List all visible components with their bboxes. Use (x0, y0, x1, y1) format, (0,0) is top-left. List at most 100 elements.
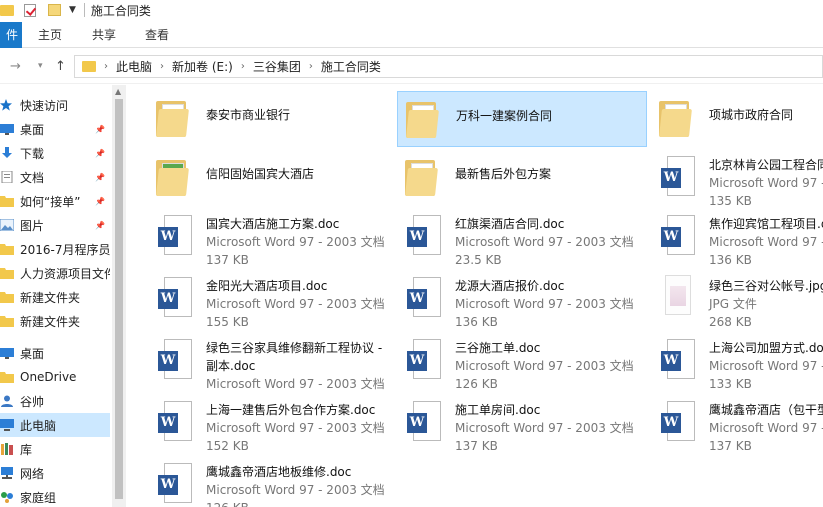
file-item[interactable]: W 三谷施工单.doc Microsoft Word 97 - 2003 文档 126… (397, 333, 647, 391)
file-item[interactable]: W 上海公司加盟方式.doc Microsoft Word 97 - 2003 文档… (651, 333, 823, 391)
quick-access-toolbar: ▼ (0, 0, 85, 20)
word-document-icon: W (156, 213, 196, 261)
chevron-right-icon[interactable]: › (104, 61, 108, 72)
folder-item[interactable]: 最新售后外包方案 (397, 150, 647, 206)
sidebar-item[interactable]: OneDrive (0, 365, 110, 389)
folder-icon (0, 195, 14, 207)
word-document-icon: W (156, 337, 196, 385)
pin-icon[interactable]: 📌 (95, 125, 105, 134)
folder-icon (0, 267, 14, 279)
sidebar-item[interactable]: 新建文件夹 (0, 309, 110, 333)
breadcrumb-current-folder[interactable]: 施工合同类 (321, 58, 381, 75)
file-item[interactable]: W 绿色三谷家具维修翻新工程协议 - 副本.doc Microsoft Word 97… (148, 333, 392, 391)
file-name: 最新售后外包方案 (455, 167, 552, 181)
file-item[interactable]: W 金阳光大酒店项目.doc Microsoft Word 97 - 2003 文档… (148, 271, 392, 329)
file-item[interactable]: W 龙源大酒店报价.doc Microsoft Word 97 - 2003 文档 1… (397, 271, 647, 329)
folder-icon (0, 371, 14, 383)
file-item[interactable]: W 国宾大酒店施工方案.doc Microsoft Word 97 - 2003 文… (148, 209, 392, 267)
folder-item[interactable]: 万科一建案例合同 (397, 91, 647, 147)
folder-icon (156, 154, 196, 202)
word-document-icon: W (405, 399, 445, 447)
sidebar-item[interactable]: 桌面 📌 (0, 117, 110, 141)
file-name: 泰安市商业银行 (206, 108, 291, 122)
sidebar-item[interactable]: 文档 📌 (0, 165, 110, 189)
scroll-up-icon[interactable]: ▲ (115, 87, 121, 96)
tab-file[interactable]: 件 (0, 22, 22, 48)
breadcrumb-drive-e[interactable]: 新加卷 (E:) (172, 58, 233, 75)
sidebar-item[interactable]: 新建文件夹 (0, 285, 110, 309)
file-details: 北京林肯公园工程合同 Microsoft Word 97 - 2003 文档 135… (709, 156, 823, 210)
image-file-icon (659, 275, 699, 323)
file-item[interactable]: W 北京林肯公园工程合同 Microsoft Word 97 - 2003 文档 13… (651, 150, 823, 208)
file-type: JPG 文件 (709, 297, 757, 311)
customize-toolbar-dropdown[interactable]: ▼ (69, 5, 76, 15)
up-arrow-icon[interactable]: ↑ (55, 59, 66, 74)
file-item[interactable]: W 上海一建售后外包合作方案.doc Microsoft Word 97 - 200… (148, 395, 392, 453)
sidebar-item[interactable]: 如何“接单” 📌 (0, 189, 110, 213)
file-type: Microsoft Word 97 - 2003 文档 (206, 483, 385, 497)
file-details: 上海一建售后外包合作方案.doc Microsoft Word 97 - 2003… (206, 401, 385, 455)
file-item[interactable]: W 鹰城鑫帝酒店地板维修.doc Microsoft Word 97 - 2003 … (148, 457, 392, 507)
chevron-right-icon[interactable]: › (160, 61, 164, 72)
file-type: Microsoft Word 97 - 2003 文档 (455, 421, 634, 435)
pin-icon[interactable]: 📌 (95, 173, 105, 182)
tab-view[interactable]: 查看 (145, 22, 169, 48)
folder-icon (0, 243, 14, 255)
title-bar: ▼ 施工合同类 (0, 0, 823, 20)
sidebar-item[interactable]: 桌面 (0, 341, 110, 365)
chevron-right-icon[interactable]: › (241, 61, 245, 72)
sidebar-item[interactable]: 快速访问 (0, 93, 110, 117)
sidebar-item-label: 如何“接单” (20, 194, 81, 209)
word-document-icon: W (156, 461, 196, 507)
sidebar-scrollbar[interactable]: ▲ (112, 85, 126, 507)
folder-item[interactable]: 泰安市商业银行 (148, 91, 392, 147)
recent-dropdown-icon[interactable]: ▾ (38, 61, 43, 71)
sidebar-item[interactable]: 网络 (0, 461, 110, 485)
file-item[interactable]: W 红旗渠酒店合同.doc Microsoft Word 97 - 2003 文档 2… (397, 209, 647, 267)
folder-item[interactable]: 项城市政府合同 (651, 91, 823, 147)
breadcrumb-this-pc[interactable]: 此电脑 (116, 58, 152, 75)
sidebar-item-label: 新建文件夹 (20, 290, 81, 305)
pin-icon[interactable]: 📌 (95, 197, 105, 206)
sidebar-item[interactable]: 下载 📌 (0, 141, 110, 165)
sidebar-item[interactable]: 图片 📌 (0, 213, 110, 237)
documents-icon (0, 170, 14, 184)
sidebar-item[interactable]: 2016-7月程序员 (0, 237, 110, 261)
address-bar[interactable]: › 此电脑 › 新加卷 (E:) › 三谷集团 › 施工合同类 (74, 55, 823, 78)
file-item[interactable]: W 鹰城鑫帝酒店（包干型 Microsoft Word 97 - 2003 137 K… (651, 395, 823, 453)
file-item[interactable]: 绿色三谷对公帐号.jpg JPG 文件 268 KB (651, 271, 823, 329)
file-item[interactable]: W 施工单房间.doc Microsoft Word 97 - 2003 文档 137… (397, 395, 647, 453)
tab-home[interactable]: 主页 (38, 22, 62, 48)
chevron-right-icon[interactable]: › (309, 61, 313, 72)
network-icon (0, 467, 14, 479)
folder-item[interactable]: 信阳固始国宾大酒店 (148, 150, 392, 206)
word-document-icon: W (659, 399, 699, 447)
file-size: 23.5 KB (455, 253, 502, 267)
star-icon (0, 99, 14, 111)
computer-icon (0, 419, 14, 431)
breadcrumb-sangu-group[interactable]: 三谷集团 (253, 58, 301, 75)
file-details: 鹰城鑫帝酒店（包干型 Microsoft Word 97 - 2003 137 KB (709, 401, 823, 455)
sidebar-item[interactable]: 此电脑 (0, 413, 110, 437)
tab-share[interactable]: 共享 (92, 22, 116, 48)
sidebar-item-label: 库 (20, 442, 33, 457)
sidebar-item[interactable]: 库 (0, 437, 110, 461)
divider (83, 3, 85, 17)
folder-icon (156, 95, 196, 143)
sidebar-item-label: 桌面 (20, 122, 45, 137)
file-details: 最新售后外包方案 (455, 165, 551, 183)
properties-icon[interactable] (24, 3, 36, 17)
back-arrow-icon[interactable]: → (10, 59, 21, 74)
new-folder-icon[interactable] (48, 4, 61, 16)
pin-icon[interactable]: 📌 (95, 221, 105, 230)
sidebar-item[interactable]: 人力资源项目文件 (0, 261, 110, 285)
file-item[interactable]: W 焦作迎宾馆工程项目.do Microsoft Word 97 - 2003 136… (651, 209, 823, 267)
pin-icon[interactable]: 📌 (95, 149, 105, 158)
sidebar-item-label: OneDrive (20, 370, 77, 384)
sidebar-item[interactable]: 谷帅 (0, 389, 110, 413)
file-details: 上海公司加盟方式.doc Microsoft Word 97 - 2003 文档 1… (709, 339, 823, 393)
file-name: 副本.doc (206, 359, 256, 373)
sidebar-item[interactable]: 家庭组 (0, 485, 110, 507)
file-size: 137 KB (709, 439, 752, 453)
file-list: 泰安市商业银行 万科一建案例合同 项城市政府合同信阳固始国宾大酒店 最新售后外包方案 W… (126, 85, 823, 507)
